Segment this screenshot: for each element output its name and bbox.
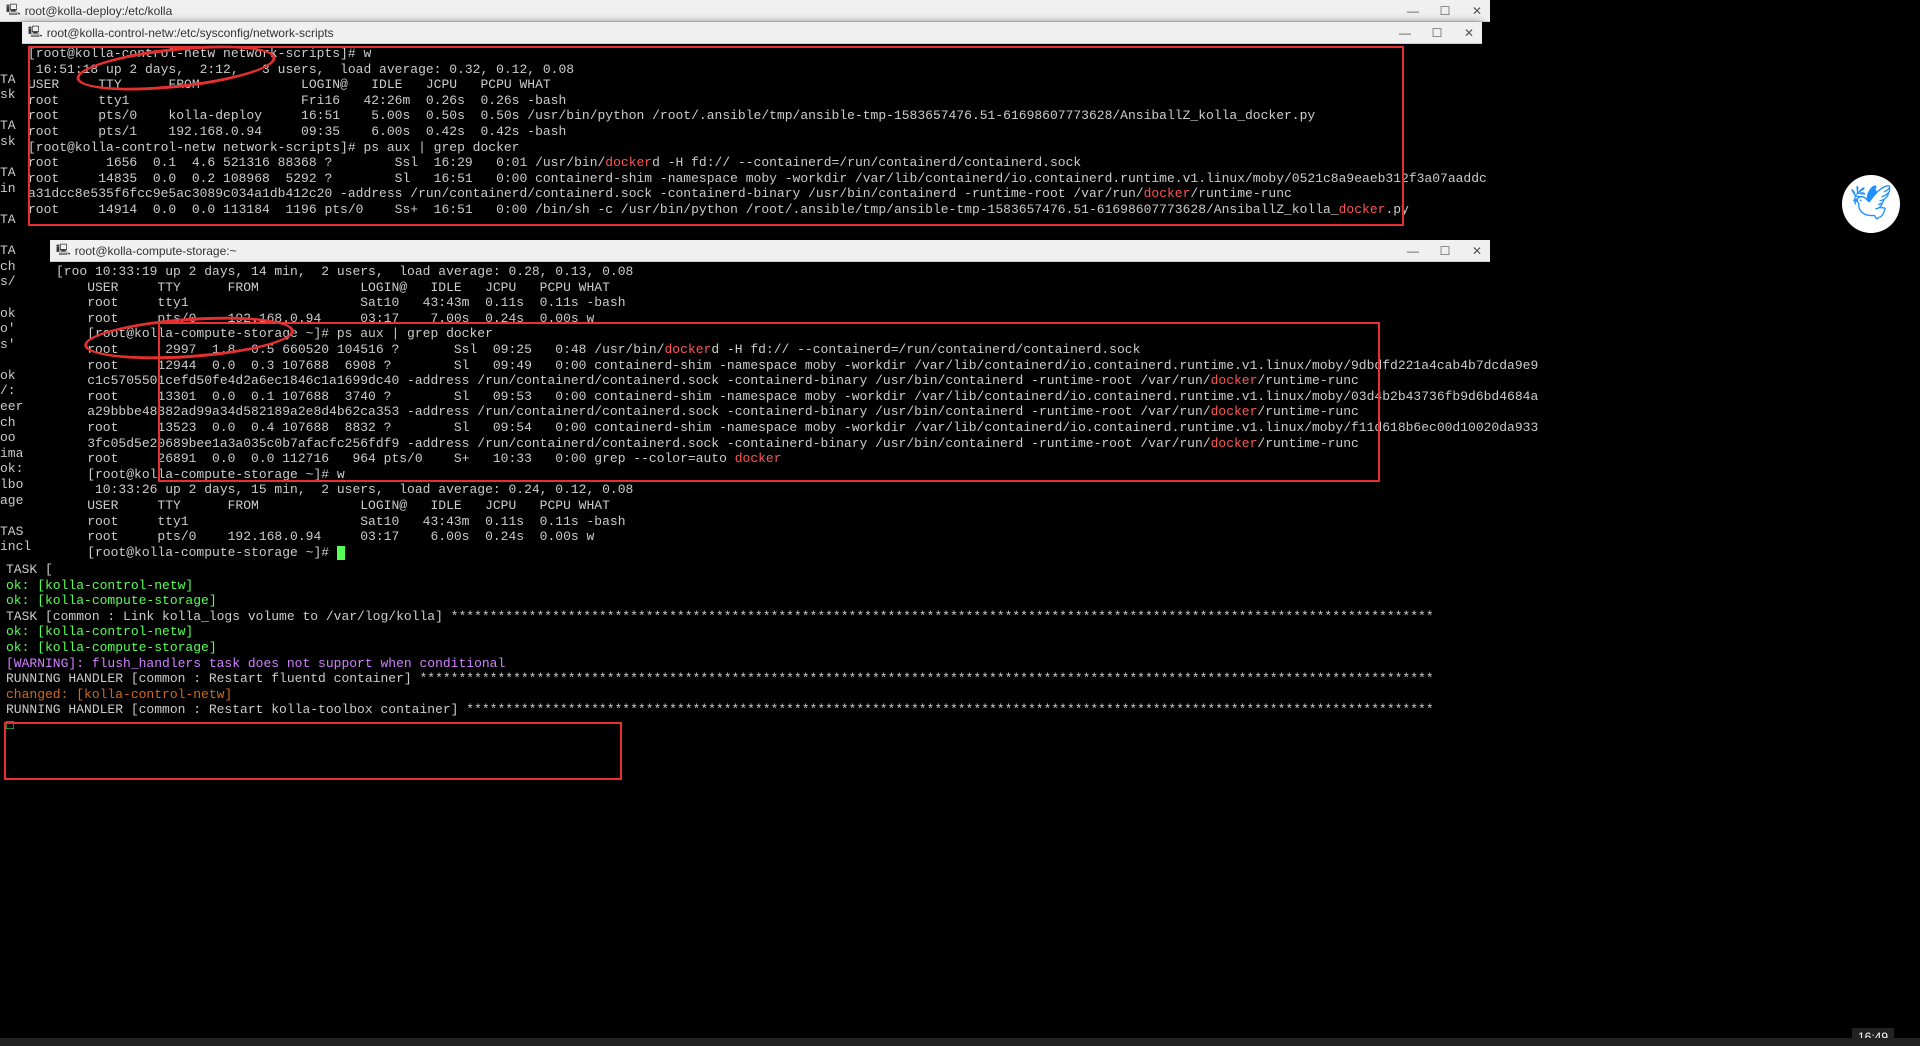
titlebar-back[interactable]: 🖳 root@kolla-deploy:/etc/kolla — ☐ ✕: [0, 0, 1490, 22]
terminal-front[interactable]: [roo 10:33:19 up 2 days, 14 min, 2 users…: [50, 262, 1490, 562]
close-button[interactable]: ✕: [1470, 4, 1484, 18]
title-back: root@kolla-deploy:/etc/kolla: [25, 4, 1406, 18]
close-button[interactable]: ✕: [1470, 244, 1484, 258]
putty-icon: 🖳: [56, 241, 71, 260]
title-front: root@kolla-compute-storage:~: [75, 244, 1406, 258]
terminal-mid[interactable]: [root@kolla-control-netw network-scripts…: [22, 44, 1482, 220]
titlebar-mid[interactable]: 🖳 root@kolla-control-netw:/etc/sysconfig…: [22, 22, 1482, 44]
terminal-background-ansible[interactable]: TASK [ok: [kolla-control-netw]ok: [kolla…: [0, 560, 1490, 736]
minimize-button[interactable]: —: [1398, 26, 1412, 40]
window-kolla-compute-storage: 🖳 root@kolla-compute-storage:~ — ☐ ✕ [ro…: [50, 240, 1490, 562]
bird-icon: 🕊: [1849, 183, 1892, 225]
maximize-button[interactable]: ☐: [1430, 26, 1444, 40]
close-button[interactable]: ✕: [1462, 26, 1476, 40]
minimize-button[interactable]: —: [1406, 4, 1420, 18]
taskbar[interactable]: [0, 1038, 1920, 1046]
maximize-button[interactable]: ☐: [1438, 244, 1452, 258]
window-kolla-control-netw: 🖳 root@kolla-control-netw:/etc/sysconfig…: [22, 22, 1482, 220]
titlebar-front[interactable]: 🖳 root@kolla-compute-storage:~ — ☐ ✕: [50, 240, 1490, 262]
xunlei-icon[interactable]: 🕊: [1842, 175, 1900, 233]
minimize-button[interactable]: —: [1406, 244, 1420, 258]
maximize-button[interactable]: ☐: [1438, 4, 1452, 18]
putty-icon: 🖳: [28, 23, 43, 42]
putty-icon: 🖳: [6, 1, 21, 20]
title-mid: root@kolla-control-netw:/etc/sysconfig/n…: [47, 26, 1398, 40]
